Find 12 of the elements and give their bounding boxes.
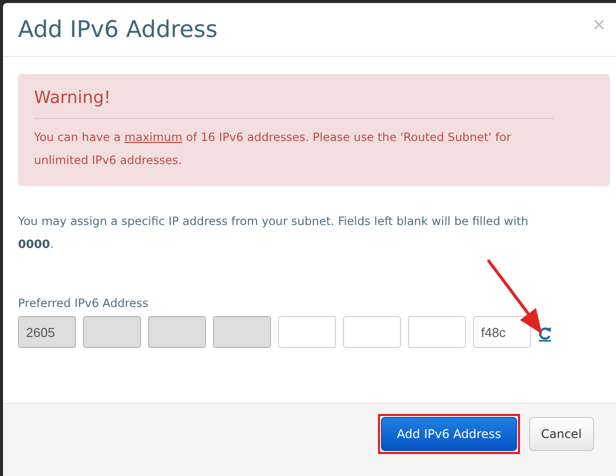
address-field[interactable] bbox=[343, 316, 401, 348]
cancel-button[interactable]: Cancel bbox=[529, 417, 594, 451]
intro-text: You may assign a specific IP address from your subnet. Fields left blank will be filled with 0000. bbox=[18, 213, 530, 253]
refresh-icon[interactable] bbox=[538, 326, 552, 342]
field-label: Preferred IPv6 Address bbox=[18, 296, 150, 310]
add-address-button[interactable]: Add IPv6 Address bbox=[381, 417, 517, 451]
address-field[interactable] bbox=[408, 316, 466, 348]
dialog-title: Add IPv6 Address bbox=[18, 16, 218, 42]
address-field[interactable]: f48c bbox=[473, 316, 531, 348]
address-field[interactable] bbox=[278, 316, 336, 348]
alert-message: You can have a maximum of 16 IPv6 addresses. Please use the 'Routed Subnet' for unlimited IPv6 addresses. bbox=[34, 129, 512, 169]
alert-heading: Warning! bbox=[34, 88, 112, 110]
